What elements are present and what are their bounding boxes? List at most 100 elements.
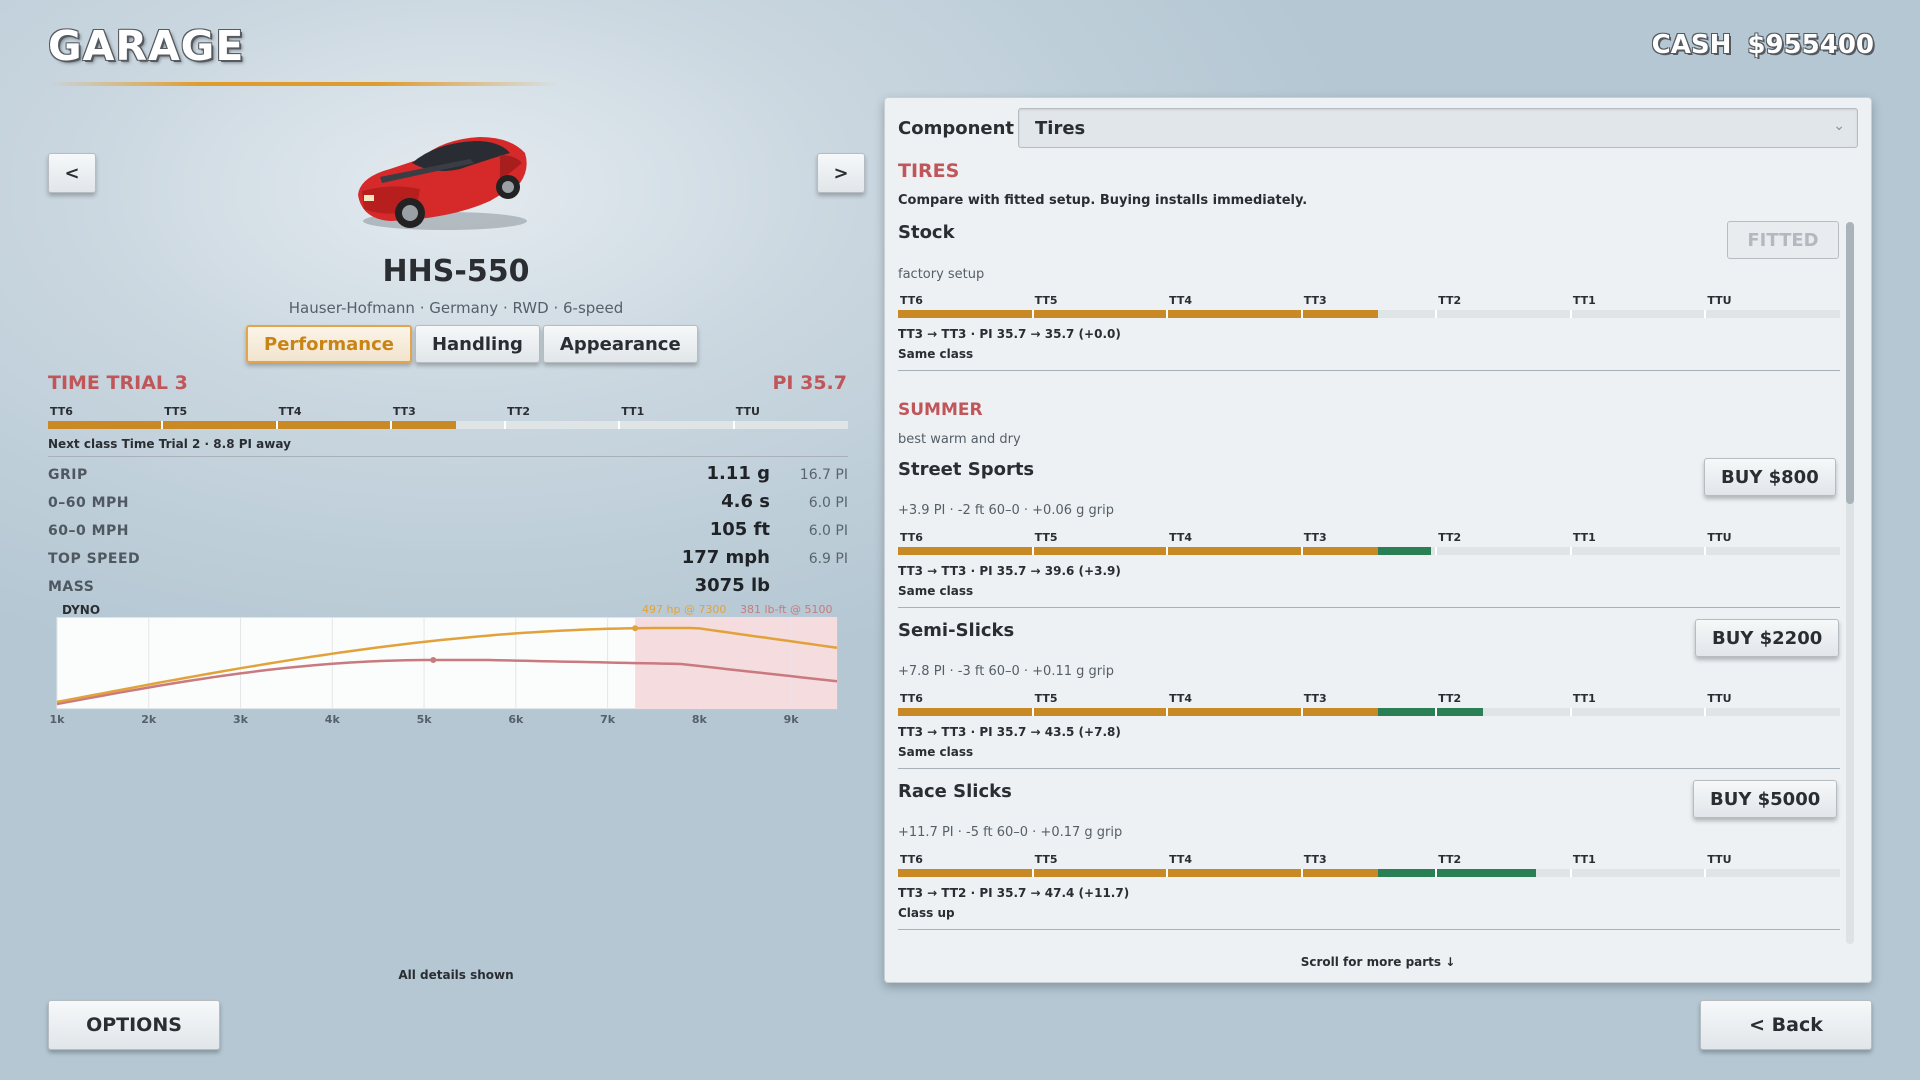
back-button[interactable]: < Back — [1700, 1000, 1872, 1050]
tier-separator — [1300, 547, 1303, 555]
dyno-tick-label: 2k — [141, 713, 157, 726]
tier-label: TT4 — [1169, 531, 1193, 544]
dyno-tick-label: 4k — [325, 713, 341, 726]
tier-separator — [1704, 869, 1707, 877]
buy-street-sports-button[interactable]: BUY $800 — [1704, 458, 1836, 496]
part-name: Semi-Slicks — [898, 620, 1015, 641]
part-note-stock: Same class — [898, 347, 974, 361]
dyno-hp-note: 497 hp @ 7300 — [642, 603, 727, 616]
part-name: Race Slicks — [898, 781, 1012, 802]
tier-separator — [1435, 310, 1438, 318]
tier-label: TT2 — [1438, 692, 1462, 705]
subsection-desc: best warm and dry — [898, 432, 1021, 447]
stat-value: 177 mph — [681, 547, 770, 568]
dyno-tick-label: 1k — [50, 713, 66, 726]
tab-appearance[interactable]: Appearance — [542, 325, 698, 363]
stat-pi: 6.0 PI — [808, 495, 848, 511]
tier-separator — [1300, 708, 1303, 716]
tier-separator — [1300, 869, 1303, 877]
dyno-chart: 1k 2k 3k 4k 5k 6k 7k 8k 9k — [50, 617, 838, 726]
current-pi-fill — [898, 869, 1379, 877]
tab-handling[interactable]: Handling — [414, 325, 540, 363]
part-name: Street Sports — [898, 459, 1035, 480]
part-result: TT3 → TT3 · PI 35.7 → 39.6 (+3.9) — [898, 564, 1121, 578]
class-track — [48, 421, 848, 429]
current-pi-fill — [898, 310, 1379, 318]
dyno-tick-label: 8k — [692, 713, 708, 726]
details-note: All details shown — [398, 968, 514, 982]
tier-label: TT6 — [900, 294, 923, 307]
next-car-button[interactable]: > — [817, 153, 865, 193]
part-note: Class up — [898, 906, 955, 920]
divider — [898, 929, 1840, 930]
tier-label: TT6 — [900, 531, 923, 544]
scrollbar-thumb[interactable] — [1846, 222, 1854, 504]
stat-label: 60–0 MPH — [48, 523, 130, 539]
tier-label: TTU — [735, 405, 760, 418]
tier-label: TT4 — [1169, 853, 1193, 866]
tier-label: TT5 — [1034, 692, 1058, 705]
current-pi-fill — [898, 708, 1379, 716]
prev-car-button[interactable]: < — [48, 153, 96, 193]
tab-performance[interactable]: Performance — [246, 325, 412, 363]
tier-label: TT1 — [1572, 294, 1596, 307]
tier-separator — [1569, 547, 1572, 555]
tier-label: TT3 — [1303, 692, 1327, 705]
stat-value: 4.6 s — [721, 491, 770, 512]
page-title: GARAGE — [48, 22, 245, 70]
part-desc: +7.8 PI · -3 ft 60–0 · +0.11 g grip — [898, 664, 1114, 679]
stat-label: MASS — [48, 579, 95, 595]
part-name-stock: Stock — [898, 222, 955, 243]
dyno-torque-peak-marker — [430, 657, 437, 663]
component-select[interactable]: Tires ⌄ — [1018, 108, 1858, 148]
divider — [898, 768, 1840, 769]
tier-label: TTU — [1707, 853, 1732, 866]
dyno-tick-label: 3k — [233, 713, 249, 726]
stat-pi: 6.9 PI — [808, 551, 848, 567]
tier-separator — [1031, 547, 1034, 555]
current-pi-fill — [898, 547, 1379, 555]
tier-label: TT2 — [507, 405, 531, 418]
tier-label: TT6 — [900, 853, 923, 866]
stat-label: 0–60 MPH — [48, 495, 130, 511]
section-intro: Compare with fitted setup. Buying instal… — [898, 193, 1308, 208]
stat-0-60: 0–60 MPH 4.6 s 6.0 PI — [48, 491, 848, 519]
dyno-torque-note: 381 lb-ft @ 5100 — [740, 603, 833, 616]
tier-separator — [1166, 310, 1169, 318]
stat-value: 3075 lb — [694, 575, 770, 596]
tier-separator — [1166, 547, 1169, 555]
class-track — [898, 547, 1840, 555]
car-name: HHS-550 — [382, 254, 530, 289]
stat-label: TOP SPEED — [48, 551, 141, 567]
tier-label: TT5 — [1034, 531, 1058, 544]
stat-60-0: 60–0 MPH 105 ft 6.0 PI — [48, 519, 848, 547]
class-pi: PI 35.7 — [772, 372, 848, 394]
tier-separator — [1166, 708, 1169, 716]
tier-separator — [275, 421, 278, 429]
tier-separator — [1031, 869, 1034, 877]
stat-top-speed: TOP SPEED 177 mph 6.9 PI — [48, 547, 848, 575]
tier-label: TT5 — [164, 405, 188, 418]
next-class-note: Next class Time Trial 2 · 8.8 PI away — [48, 437, 291, 451]
class-name: TIME TRIAL 3 — [48, 372, 188, 394]
buy-race-slicks-button[interactable]: BUY $5000 — [1693, 780, 1838, 818]
tier-separator — [1435, 869, 1438, 877]
part-desc: +11.7 PI · -5 ft 60–0 · +0.17 g grip — [898, 825, 1123, 840]
tier-separator — [1704, 310, 1707, 318]
tier-label: TT6 — [50, 405, 73, 418]
tier-label: TTU — [1707, 531, 1732, 544]
chevron-down-icon: ⌄ — [1833, 118, 1845, 134]
buy-semi-slicks-button[interactable]: BUY $2200 — [1695, 619, 1840, 657]
tier-label: TTU — [1707, 294, 1732, 307]
component-select-value: Tires — [1035, 118, 1086, 139]
tier-label: TT3 — [1303, 853, 1327, 866]
title-underline — [48, 82, 558, 86]
stat-pi: 6.0 PI — [808, 523, 848, 539]
options-button[interactable]: OPTIONS — [48, 1000, 220, 1050]
class-bar: TT6 TT5 TT4 TT3 TT2 TT1 TTU — [48, 405, 848, 431]
class-bar-semi-slicks: TT6 TT5 TT4 TT3 TT2 TT1 TTU — [898, 692, 1840, 718]
dyno-tick-label: 6k — [508, 713, 524, 726]
divider — [898, 607, 1840, 608]
cash-label: CASH — [1651, 30, 1732, 60]
tier-label: TT5 — [1034, 853, 1058, 866]
